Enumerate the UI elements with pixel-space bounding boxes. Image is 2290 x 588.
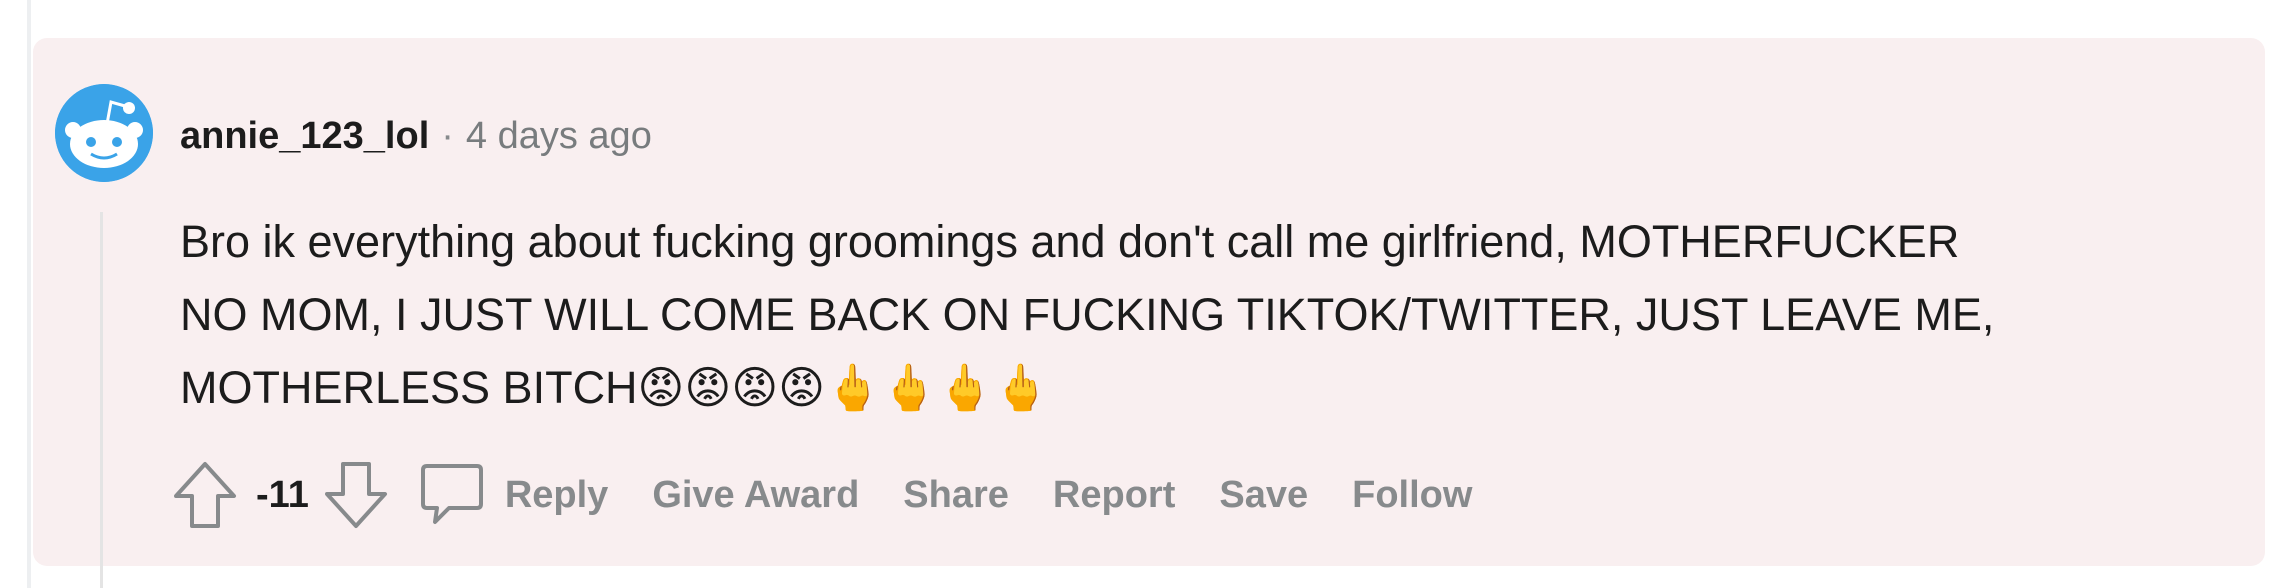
comment-body-line: Bro ik everything about fucking grooming… (180, 216, 1960, 267)
upvote-button[interactable] (172, 460, 238, 530)
report-button[interactable]: Report (1053, 474, 1175, 517)
speech-bubble-icon (420, 464, 483, 524)
downvote-arrow-icon (324, 462, 387, 528)
comment-thread-line[interactable] (100, 212, 103, 588)
comment-timestamp[interactable]: 4 days ago (466, 115, 652, 158)
share-button[interactable]: Share (903, 474, 1009, 517)
save-button[interactable]: Save (1219, 474, 1308, 517)
comment-body-line: MOTHERLESS BITCH😡😡😡😡🖕🖕🖕🖕 (180, 362, 1050, 413)
vote-score: -11 (256, 473, 309, 516)
follow-button[interactable]: Follow (1352, 474, 1472, 517)
reply-label: Reply (504, 473, 609, 516)
comment-body: Bro ik everything about fucking grooming… (180, 205, 2240, 424)
comment-body-line: NO MOM, I JUST WILL COME BACK ON FUCKING… (180, 289, 1995, 340)
comment-author[interactable]: annie_123_lol (180, 115, 429, 158)
snoo-avatar-icon (55, 84, 153, 182)
reply-button[interactable]: Reply (419, 460, 608, 530)
comment-actions-bar: -11 Reply Give Award Share Report Save F… (172, 460, 1472, 530)
comment-header: annie_123_lol · 4 days ago (180, 108, 652, 164)
downvote-button[interactable] (323, 460, 389, 530)
meta-separator: · (441, 114, 454, 157)
parent-thread-rail[interactable] (27, 0, 31, 588)
comment-page: annie_123_lol · 4 days ago Bro ik everyt… (0, 0, 2290, 588)
user-avatar[interactable] (55, 84, 153, 182)
give-award-button[interactable]: Give Award (652, 474, 859, 517)
upvote-arrow-icon (174, 462, 236, 528)
